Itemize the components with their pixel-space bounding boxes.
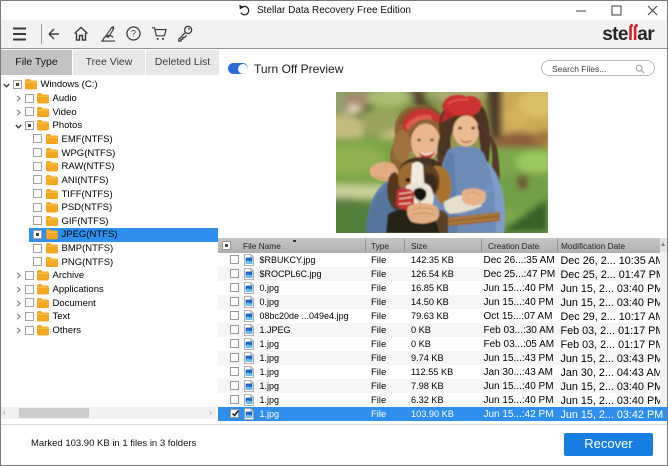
svg-text:?: ?: [131, 29, 136, 39]
